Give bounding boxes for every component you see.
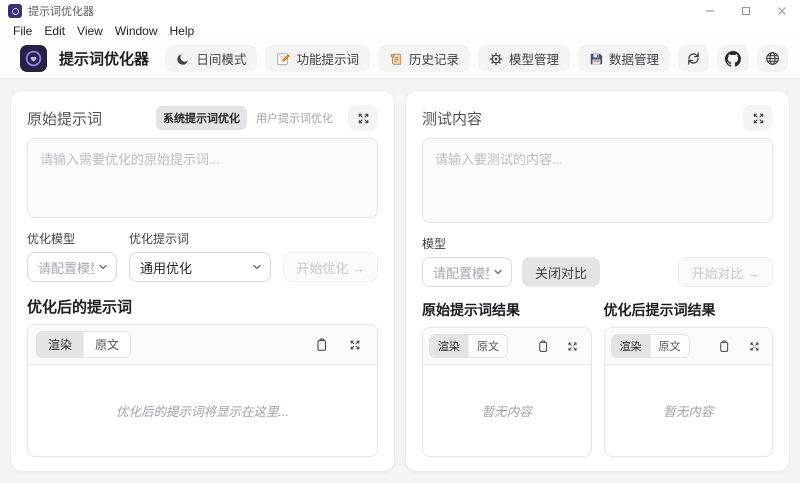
optimized-result-title: 优化后提示词结果: [604, 300, 774, 320]
render-source-tabs: 渲染 原文: [611, 334, 690, 358]
menu-bar: File Edit View Window Help: [0, 22, 800, 39]
app-logo-icon: [20, 45, 47, 72]
test-model-select[interactable]: 请配置模型: [422, 257, 512, 287]
history-button[interactable]: 历史记录: [378, 45, 470, 72]
close-icon[interactable]: [764, 0, 800, 22]
optimize-model-select[interactable]: 请配置模型: [27, 252, 117, 282]
menu-view[interactable]: View: [71, 24, 109, 38]
menu-window[interactable]: Window: [109, 24, 164, 38]
tab-render[interactable]: 渲染: [430, 335, 468, 357]
expand-icon: [752, 112, 765, 125]
start-optimize-button[interactable]: 开始优化 →: [283, 252, 378, 282]
compare-toggle-button[interactable]: 关闭对比: [522, 257, 600, 287]
render-source-tabs: 渲染 原文: [36, 331, 131, 358]
copy-icon: [537, 340, 549, 353]
scroll-icon: [389, 52, 403, 66]
original-prompt-title: 原始提示词: [27, 108, 148, 129]
tab-user-prompt-optimize[interactable]: 用户提示词优化: [249, 106, 340, 130]
start-compare-button[interactable]: 开始对比 →: [678, 257, 773, 287]
data-manager-button[interactable]: 数据管理: [578, 45, 670, 72]
optimize-mode-tabs: 系统提示词优化 用户提示词优化: [156, 106, 340, 130]
moon-icon: [176, 52, 190, 66]
original-prompt-input[interactable]: [27, 138, 378, 218]
maximize-icon[interactable]: [728, 0, 764, 22]
test-content-input[interactable]: [422, 138, 773, 223]
menu-file[interactable]: File: [7, 24, 38, 38]
expand-result-button[interactable]: [341, 333, 369, 357]
optimized-prompt-title: 优化后的提示词: [27, 296, 378, 317]
optimize-template-field: 优化提示词 通用优化: [129, 230, 271, 282]
app-icon-small: [8, 4, 22, 18]
copy-button[interactable]: [531, 334, 555, 358]
test-model-field: 模型 请配置模型: [422, 235, 512, 287]
language-button[interactable]: [757, 45, 788, 72]
chevron-down-icon: [252, 262, 262, 272]
original-result-column: 原始提示词结果 渲染 原文: [422, 300, 592, 457]
expand-icon: [749, 341, 760, 352]
original-result-placeholder: 暂无内容: [423, 365, 591, 456]
optimized-result-placeholder: 暂无内容: [605, 365, 773, 456]
function-prompts-button[interactable]: 功能提示词: [265, 45, 370, 72]
test-model-label: 模型: [422, 235, 512, 252]
theme-toggle-button[interactable]: 日间模式: [165, 45, 257, 72]
os-titlebar: 提示词优化器: [0, 0, 800, 22]
tab-render[interactable]: 渲染: [612, 335, 650, 357]
app-header: 提示词优化器 日间模式 功能提示词 历史记录 模型管理 数据管理: [0, 39, 800, 79]
copy-icon: [718, 340, 730, 353]
optimized-prompt-output: 渲染 原文 优化后的提示词将显示在这里...: [27, 324, 378, 457]
model-manager-button[interactable]: 模型管理: [478, 45, 570, 72]
tab-source[interactable]: 原文: [650, 335, 689, 357]
optimize-template-select[interactable]: 通用优化: [129, 252, 271, 282]
expand-icon: [349, 339, 361, 351]
original-prompt-panel: 原始提示词 系统提示词优化 用户提示词优化 优化模型 请配置模型 优化提示词: [10, 90, 395, 472]
tab-render[interactable]: 渲染: [37, 332, 83, 357]
optimized-prompt-placeholder: 优化后的提示词将显示在这里...: [28, 365, 377, 456]
globe-icon: [765, 51, 780, 66]
expand-result-button[interactable]: [561, 334, 585, 358]
optimize-model-field: 优化模型 请配置模型: [27, 230, 117, 282]
render-source-tabs: 渲染 原文: [429, 334, 508, 358]
github-button[interactable]: [717, 45, 749, 72]
expand-icon: [357, 112, 370, 125]
chevron-down-icon: [98, 262, 108, 272]
memo-icon: [276, 52, 290, 66]
copy-button[interactable]: [307, 333, 335, 357]
menu-help[interactable]: Help: [164, 24, 201, 38]
minimize-icon[interactable]: [692, 0, 728, 22]
refresh-icon: [686, 51, 701, 66]
original-result-title: 原始提示词结果: [422, 300, 592, 320]
optimize-model-label: 优化模型: [27, 230, 117, 247]
expand-original-button[interactable]: [348, 105, 378, 131]
tab-source[interactable]: 原文: [468, 335, 507, 357]
expand-result-button[interactable]: [742, 334, 766, 358]
compare-results: 原始提示词结果 渲染 原文: [422, 300, 773, 457]
gear-icon: [489, 52, 503, 66]
window-title: 提示词优化器: [28, 3, 692, 19]
optimize-template-label: 优化提示词: [129, 230, 271, 247]
main-content: 原始提示词 系统提示词优化 用户提示词优化 优化模型 请配置模型 优化提示词: [0, 79, 800, 483]
menu-edit[interactable]: Edit: [38, 24, 71, 38]
tab-system-prompt-optimize[interactable]: 系统提示词优化: [156, 106, 247, 130]
copy-icon: [315, 338, 328, 352]
optimized-result-box: 渲染 原文 暂无内容: [604, 327, 774, 457]
expand-test-button[interactable]: [743, 105, 773, 131]
page-title: 提示词优化器: [59, 48, 157, 69]
floppy-disk-icon: [589, 52, 603, 66]
test-content-title: 测试内容: [422, 108, 735, 129]
github-icon: [725, 51, 741, 67]
expand-icon: [567, 341, 578, 352]
copy-button[interactable]: [712, 334, 736, 358]
test-panel: 测试内容 模型 请配置模型 关闭对比 开始对比 → 原始提示词结果: [405, 90, 790, 472]
refresh-button[interactable]: [678, 45, 709, 72]
tab-source[interactable]: 原文: [83, 332, 130, 357]
chevron-down-icon: [493, 267, 503, 277]
optimized-result-column: 优化后提示词结果 渲染 原文: [604, 300, 774, 457]
original-result-box: 渲染 原文 暂无内容: [422, 327, 592, 457]
